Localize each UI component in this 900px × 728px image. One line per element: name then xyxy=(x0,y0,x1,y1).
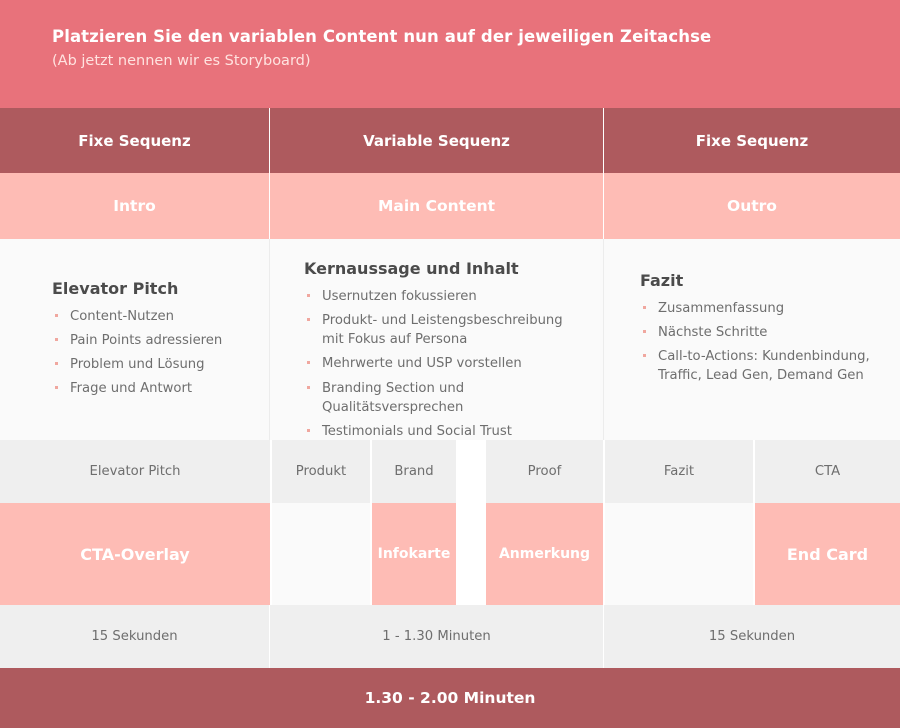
content-column-inner: Elevator Pitch Content-Nutzen Pain Points … xyxy=(52,279,255,404)
phase-band: Intro Main Content Outro xyxy=(0,173,900,239)
content-bullet-item: Frage und Antwort xyxy=(52,379,255,398)
segment-0[interactable]: Elevator Pitch xyxy=(0,440,270,503)
sequence-cell-0: Fixe Sequenz xyxy=(0,108,270,173)
overlay-3[interactable]: Anmerkung xyxy=(486,503,603,605)
overlay-label: CTA-Overlay xyxy=(80,544,190,564)
overlay-label: Anmerkung xyxy=(498,546,591,562)
overlay-gap-3 xyxy=(484,503,486,605)
page-title: Platzieren Sie den variablen Content nun… xyxy=(52,27,712,46)
sequence-band: Fixe Sequenz Variable Sequenz Fixe Sequenz xyxy=(0,108,900,173)
segment-label: Produkt xyxy=(295,464,347,479)
content-bullet-list: Usernutzen fokussieren Produkt- und Leist… xyxy=(304,287,585,441)
content-row: Elevator Pitch Content-Nutzen Pain Points … xyxy=(0,239,900,440)
overlay-gap-0 xyxy=(270,503,272,605)
duration-cell-0: 15 Sekunden xyxy=(0,605,270,668)
segment-label: Brand xyxy=(394,464,434,479)
segment-row: Elevator Pitch Produkt Brand Proof Fazit CTA xyxy=(0,440,900,503)
sequence-cell-2: Fixe Sequenz xyxy=(604,108,900,173)
content-column-0: Elevator Pitch Content-Nutzen Pain Points … xyxy=(0,239,270,440)
overlay-gap-1 xyxy=(370,503,372,605)
segment-label: Elevator Pitch xyxy=(89,464,181,479)
segment-2[interactable]: Brand xyxy=(372,440,456,503)
content-column-inner: Fazit Zusammenfassung Nächste Schritte Call… xyxy=(640,271,886,391)
overlay-label: End Card xyxy=(786,544,869,564)
segment-5[interactable]: CTA xyxy=(755,440,900,503)
storyboard-infographic: Platzieren Sie den variablen Content nun… xyxy=(0,0,900,728)
duration-label: 1 - 1.30 Minuten xyxy=(382,629,491,644)
content-bullet-item: Usernutzen fokussieren xyxy=(304,287,585,306)
segment-label: Fazit xyxy=(663,464,695,479)
duration-row: 15 Sekunden 1 - 1.30 Minuten 15 Sekunden xyxy=(0,605,900,668)
duration-label: 15 Sekunden xyxy=(91,629,178,644)
content-bullet-item: Testimonials und Social Trust xyxy=(304,422,585,441)
content-column-heading: Kernaussage und Inhalt xyxy=(304,259,519,278)
overlay-row: CTA-Overlay Infokarte Anmerkung End Card xyxy=(0,503,900,605)
duration-cell-2: 15 Sekunden xyxy=(604,605,900,668)
segment-4[interactable]: Fazit xyxy=(605,440,753,503)
overlay-5[interactable]: End Card xyxy=(755,503,900,605)
sequence-cell-label: Fixe Sequenz xyxy=(695,131,809,150)
content-bullet-item: Call-to-Actions: Kundenbindung, Traffic,… xyxy=(640,347,886,385)
content-column-1: Kernaussage und Inhalt Usernutzen fokussi… xyxy=(270,239,604,440)
content-bullet-item: Branding Section und Qualitätsverspreche… xyxy=(304,379,585,417)
sequence-cell-1: Variable Sequenz xyxy=(270,108,604,173)
content-column-heading: Fazit xyxy=(640,271,684,290)
footer-total-label: 1.30 - 2.00 Minuten xyxy=(364,689,536,707)
overlay-0[interactable]: CTA-Overlay xyxy=(0,503,270,605)
duration-label: 15 Sekunden xyxy=(708,629,796,644)
segment-3[interactable]: Proof xyxy=(486,440,603,503)
overlay-gap-5 xyxy=(753,503,755,605)
sequence-cell-label: Variable Sequenz xyxy=(363,131,510,150)
content-bullet-item: Content-Nutzen xyxy=(52,307,255,326)
page-subtitle: (Ab jetzt nennen wir es Storyboard) xyxy=(52,53,311,70)
overlay-gap-4 xyxy=(603,503,605,605)
content-bullet-item: Zusammenfassung xyxy=(640,299,886,318)
duration-cell-1: 1 - 1.30 Minuten xyxy=(270,605,604,668)
content-column-heading: Elevator Pitch xyxy=(52,279,179,298)
sequence-cell-label: Fixe Sequenz xyxy=(78,131,191,150)
phase-cell-1: Main Content xyxy=(270,173,604,239)
content-column-inner: Kernaussage und Inhalt Usernutzen fokussi… xyxy=(304,259,585,446)
phase-cell-2: Outro xyxy=(604,173,900,239)
overlay-2[interactable]: Infokarte xyxy=(372,503,456,605)
footer-total: 1.30 - 2.00 Minuten xyxy=(0,668,900,728)
segment-label: Proof xyxy=(527,464,562,479)
phase-cell-0: Intro xyxy=(0,173,270,239)
content-bullet-item: Mehrwerte und USP vorstellen xyxy=(304,354,585,373)
phase-cell-label: Main Content xyxy=(377,197,496,215)
phase-cell-label: Intro xyxy=(113,197,156,215)
content-bullet-list: Zusammenfassung Nächste Schritte Call-to-A… xyxy=(640,299,886,386)
content-bullet-item: Nächste Schritte xyxy=(640,323,886,342)
segment-label: CTA xyxy=(814,464,841,479)
overlay-label: Infokarte xyxy=(377,546,451,562)
content-bullet-item: Problem und Lösung xyxy=(52,355,255,374)
content-column-2: Fazit Zusammenfassung Nächste Schritte Call… xyxy=(604,239,900,440)
content-bullet-list: Content-Nutzen Pain Points adressieren Pro… xyxy=(52,307,255,399)
content-bullet-item: Pain Points adressieren xyxy=(52,331,255,350)
content-bullet-item: Produkt- und Leistengsbeschreibung mit F… xyxy=(304,311,585,349)
overlay-gap-2 xyxy=(456,503,485,605)
phase-cell-label: Outro xyxy=(727,197,777,215)
header: Platzieren Sie den variablen Content nun… xyxy=(0,0,900,108)
segment-1[interactable]: Produkt xyxy=(272,440,370,503)
